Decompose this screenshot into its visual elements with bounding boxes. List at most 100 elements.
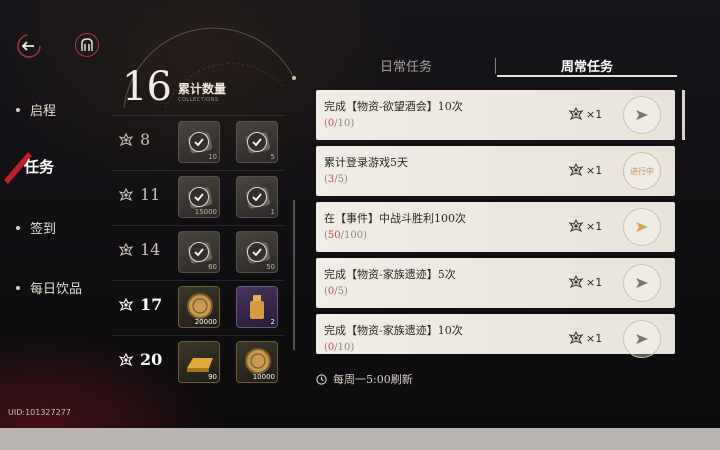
item-quantity: 2 [270, 318, 275, 326]
tab-weekly[interactable]: 周常任务 [497, 56, 677, 75]
collection-label: 累计数量 [178, 82, 227, 96]
reward-item[interactable]: 90 [178, 341, 220, 383]
milestone-number: 11 [140, 185, 161, 204]
sidebar-item-tasks[interactable]: 任务 [24, 156, 54, 177]
faction-logo-button[interactable] [75, 33, 99, 57]
task-progress-current: 50 [327, 230, 341, 241]
task-reward: ×1 [568, 107, 602, 121]
refresh-note: 每周一5:00刷新 [316, 371, 413, 387]
item-quantity: 10 [208, 153, 217, 161]
task-title: 完成【物资-欲望酒会】10次 [324, 100, 463, 113]
item-quantity: 5 [270, 153, 275, 161]
milestone-row: 17 20000 2 [112, 280, 284, 330]
in-progress-button[interactable]: 进行中 [623, 152, 661, 190]
milestone-number: 20 [140, 350, 163, 369]
send-arrow-icon [636, 110, 648, 120]
item-quantity: 10000 [252, 373, 275, 381]
claimed-check-icon [189, 187, 209, 207]
reward-item[interactable]: 1 [236, 176, 278, 218]
token-icon [118, 187, 134, 201]
go-button[interactable] [623, 320, 661, 358]
bullet-icon [16, 285, 20, 290]
task-reward: ×1 [568, 219, 602, 233]
token-icon [568, 275, 584, 289]
collection-sub-label: COLLECTIONS [178, 97, 219, 103]
sidebar-item-label: 每日饮品 [30, 282, 83, 297]
token-icon [118, 242, 134, 256]
refresh-text: 每周一5:00刷新 [333, 373, 413, 386]
reward-item[interactable]: 50 [236, 231, 278, 273]
token-icon [568, 219, 584, 233]
item-quantity: 60 [208, 263, 217, 271]
token-icon [568, 107, 584, 121]
bullet-icon [16, 225, 20, 230]
token-icon [568, 163, 584, 177]
task-card: 完成【物资-欲望酒会】10次 (0/10) ×1 [316, 90, 675, 140]
tab-daily[interactable]: 日常任务 [316, 56, 496, 75]
milestone-row: 20 90 10000 [112, 335, 284, 385]
reward-item[interactable]: 10000 [236, 341, 278, 383]
reward-item[interactable]: 5 [236, 121, 278, 163]
back-arrow-icon [17, 34, 41, 58]
task-card: 在【事件】中战斗胜利100次 (50/100) ×1 [316, 202, 675, 252]
reward-count: ×1 [586, 275, 603, 289]
reward-count: ×1 [586, 331, 603, 345]
milestone-row: 8 10 5 [112, 115, 284, 165]
milestone-threshold: 17 [118, 295, 162, 314]
bottom-bar [0, 428, 720, 450]
task-scrollbar[interactable] [682, 90, 685, 140]
crest-icon [81, 38, 93, 51]
milestone-threshold: 11 [118, 185, 160, 204]
milestone-number: 17 [140, 295, 163, 314]
token-icon [118, 297, 134, 311]
task-progress-total: /100 [340, 230, 364, 241]
task-progress-total: /10 [334, 342, 351, 353]
go-button[interactable] [623, 208, 661, 246]
task-title: 在【事件】中战斗胜利100次 [324, 212, 466, 225]
sidebar-item-daily-drink[interactable]: 每日饮品 [16, 278, 82, 297]
claimed-check-icon [247, 132, 267, 152]
task-reward: ×1 [568, 275, 602, 289]
task-title: 完成【物资-家族遗迹】5次 [324, 268, 456, 281]
task-progress: (0/10) [324, 118, 355, 129]
task-progress: (0/10) [324, 342, 355, 353]
milestone-number: 8 [140, 130, 151, 149]
claimed-check-icon [189, 132, 209, 152]
reward-count: ×1 [586, 107, 603, 121]
task-progress-total: /10 [334, 118, 351, 129]
reward-item[interactable]: 20000 [178, 286, 220, 328]
item-quantity: 90 [208, 373, 217, 381]
sidebar-item-label: 签到 [30, 222, 57, 237]
sidebar-item-start[interactable]: 启程 [16, 100, 56, 119]
reward-item[interactable]: 15000 [178, 176, 220, 218]
reward-item[interactable]: 60 [178, 231, 220, 273]
task-card: 完成【物资-家族遗迹】10次 (0/10) ×1 [316, 314, 675, 358]
task-progress: (50/100) [324, 230, 368, 241]
go-button[interactable] [623, 96, 661, 134]
item-quantity: 15000 [194, 208, 217, 216]
task-card: 完成【物资-家族遗迹】5次 (0/5) ×1 [316, 258, 675, 308]
sidebar-item-label: 启程 [30, 104, 57, 119]
go-button[interactable] [623, 264, 661, 302]
reward-item[interactable]: 2 [236, 286, 278, 328]
reward-item[interactable]: 10 [178, 121, 220, 163]
token-icon [118, 132, 134, 146]
tab-divider [495, 58, 496, 74]
milestone-threshold: 8 [118, 130, 150, 149]
reward-count: ×1 [586, 163, 603, 177]
task-reward: ×1 [568, 331, 602, 345]
milestone-row: 14 60 50 [112, 225, 284, 275]
milestone-threshold: 20 [118, 350, 162, 369]
clock-icon [316, 373, 327, 385]
task-card: 累计登录游戏5天 (3/5) ×1 进行中 [316, 146, 675, 196]
task-progress-total: /5 [334, 286, 345, 297]
token-icon [118, 352, 134, 366]
back-button[interactable] [16, 33, 42, 59]
claimed-check-icon [247, 187, 267, 207]
user-id: UID:101327277 [8, 408, 71, 417]
milestone-threshold: 14 [118, 240, 160, 259]
token-icon [568, 331, 584, 345]
milestone-scrollbar[interactable] [293, 200, 295, 350]
collection-count: 16 [122, 64, 172, 110]
sidebar-item-checkin[interactable]: 签到 [16, 218, 56, 237]
